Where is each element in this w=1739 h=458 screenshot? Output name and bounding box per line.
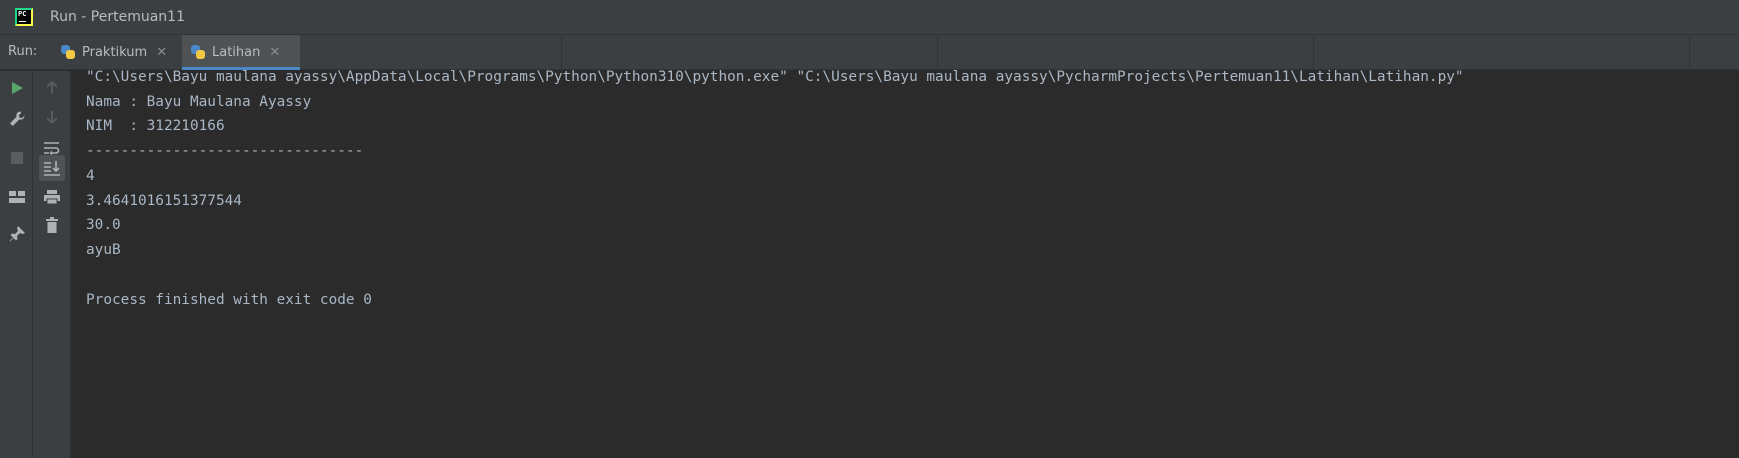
window-title: Run - Pertemuan11: [50, 9, 185, 25]
pin-icon[interactable]: [4, 221, 30, 247]
wrench-icon[interactable]: [4, 106, 30, 132]
arrow-down-icon[interactable]: [39, 104, 65, 130]
python-icon: [60, 44, 76, 60]
console-line: --------------------------------: [86, 143, 364, 159]
console-line: NIM : 312210166: [86, 118, 225, 134]
rerun-icon[interactable]: [4, 75, 30, 101]
tab-latihan[interactable]: Latihan ✕: [182, 35, 300, 70]
scroll-to-end-icon[interactable]: [39, 155, 65, 181]
title-bar: PC Run - Pertemuan11: [0, 0, 1739, 35]
console-output[interactable]: "C:\Users\Bayu maulana ayassy\AppData\Lo…: [72, 69, 1739, 458]
tab-divider: [937, 35, 938, 69]
run-tab-bar: Run: Praktikum ✕ Latihan ✕: [0, 35, 1739, 70]
trash-icon[interactable]: [39, 212, 65, 238]
tab-divider: [1313, 35, 1314, 69]
console-line: Process finished with exit code 0: [86, 292, 372, 308]
console-line: 3.4641016151377544: [86, 193, 242, 209]
python-icon: [190, 44, 206, 60]
tab-praktikum[interactable]: Praktikum ✕: [52, 35, 176, 69]
console-line: Nama : Bayu Maulana Ayassy: [86, 94, 312, 110]
stop-icon[interactable]: [4, 145, 30, 171]
run-left-toolbar: [0, 71, 33, 458]
console-line: 30.0: [86, 217, 121, 233]
tab-label: Latihan: [212, 44, 261, 60]
close-icon[interactable]: ✕: [156, 46, 167, 59]
pycharm-logo-icon: PC: [15, 8, 33, 26]
tab-divider: [1689, 35, 1690, 69]
arrow-up-icon[interactable]: [39, 75, 65, 101]
console-toolbar: [33, 71, 71, 458]
tab-divider: [561, 35, 562, 69]
tab-label: Praktikum: [82, 44, 148, 60]
close-icon[interactable]: ✕: [269, 46, 280, 59]
print-icon[interactable]: [39, 184, 65, 210]
console-line: ayuB: [86, 242, 121, 258]
console-line: 4: [86, 168, 95, 184]
layout-icon[interactable]: [4, 184, 30, 210]
run-label: Run:: [8, 44, 38, 59]
console-line: "C:\Users\Bayu maulana ayassy\AppData\Lo…: [86, 69, 1464, 85]
